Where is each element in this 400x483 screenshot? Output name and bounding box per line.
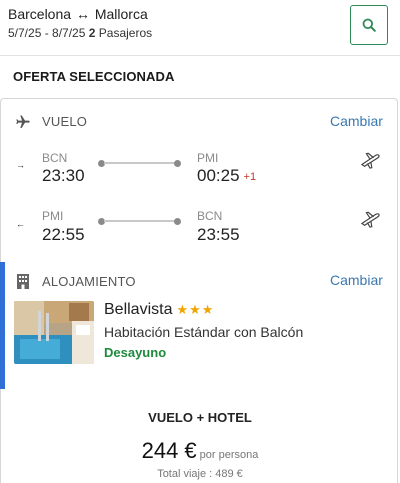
room-type: Habitación Estándar con Balcón	[104, 324, 304, 340]
return-arrival-time: 23:55	[197, 225, 240, 244]
flight-details-icon[interactable]	[359, 210, 381, 228]
flight-details-icon[interactable]	[359, 151, 381, 169]
day-offset: +1	[243, 171, 257, 183]
total-trip-price: Total viaje : 489 €	[157, 468, 243, 480]
round-trip-arrow-icon: ↔	[75, 6, 90, 22]
segment-end-dot	[174, 160, 181, 167]
price-amount: 244 €	[141, 438, 197, 463]
meal-plan: Desayuno	[104, 345, 167, 360]
change-accommodation-link[interactable]: Cambiar	[330, 272, 383, 288]
segment-line	[104, 220, 176, 222]
price-per-person-row: 244 € por persona	[0, 438, 400, 464]
outbound-arrow-icon: →	[16, 160, 25, 170]
route-summary: Barcelona ↔ Mallorca	[8, 6, 148, 22]
origin-city: Barcelona	[8, 6, 72, 22]
return-from-code: PMI	[42, 209, 64, 223]
building-icon	[17, 274, 29, 289]
package-label: VUELO + HOTEL	[148, 410, 252, 425]
outbound-to-code: PMI	[197, 151, 219, 165]
passengers-label: Pasajeros	[98, 26, 153, 40]
outbound-arrival-time: 00:25	[197, 166, 240, 185]
return-arrow-icon: ←	[16, 219, 25, 229]
search-icon	[362, 18, 376, 32]
hotel-star-rating-icon: ★★★	[176, 302, 215, 317]
return-to-code: BCN	[197, 209, 223, 223]
trip-dates-passengers: 5/7/25 - 8/7/25 2 Pasajeros	[8, 26, 152, 40]
destination-city: Mallorca	[94, 6, 148, 22]
selected-accent-bar	[0, 262, 5, 389]
flight-section-label: VUELO	[42, 114, 88, 129]
hotel-name-row: Bellavista ★★★	[104, 301, 214, 319]
accommodation-section-label: ALOJAMIENTO	[42, 274, 136, 289]
segment-line	[104, 162, 176, 164]
trip-dates: 5/7/25 - 8/7/25	[8, 26, 86, 40]
per-person-label: por persona	[199, 449, 259, 461]
passengers-count: 2	[88, 26, 96, 40]
change-flight-link[interactable]: Cambiar	[330, 113, 383, 129]
airplane-icon	[16, 115, 30, 128]
search-button[interactable]	[350, 5, 388, 45]
hotel-photo-image	[14, 301, 94, 364]
outbound-from-code: BCN	[42, 151, 68, 165]
selected-offer-title: OFERTA SELECCIONADA	[13, 69, 175, 84]
segment-end-dot	[174, 218, 181, 225]
outbound-arrival: 00:25 +1	[197, 166, 256, 186]
return-departure-time: 22:55	[42, 225, 85, 244]
outbound-departure-time: 23:30	[42, 166, 85, 185]
search-summary-header: Barcelona ↔ Mallorca 5/7/25 - 8/7/25 2 P…	[0, 0, 400, 56]
hotel-name[interactable]: Bellavista	[104, 301, 172, 318]
hotel-photo[interactable]	[14, 301, 94, 364]
